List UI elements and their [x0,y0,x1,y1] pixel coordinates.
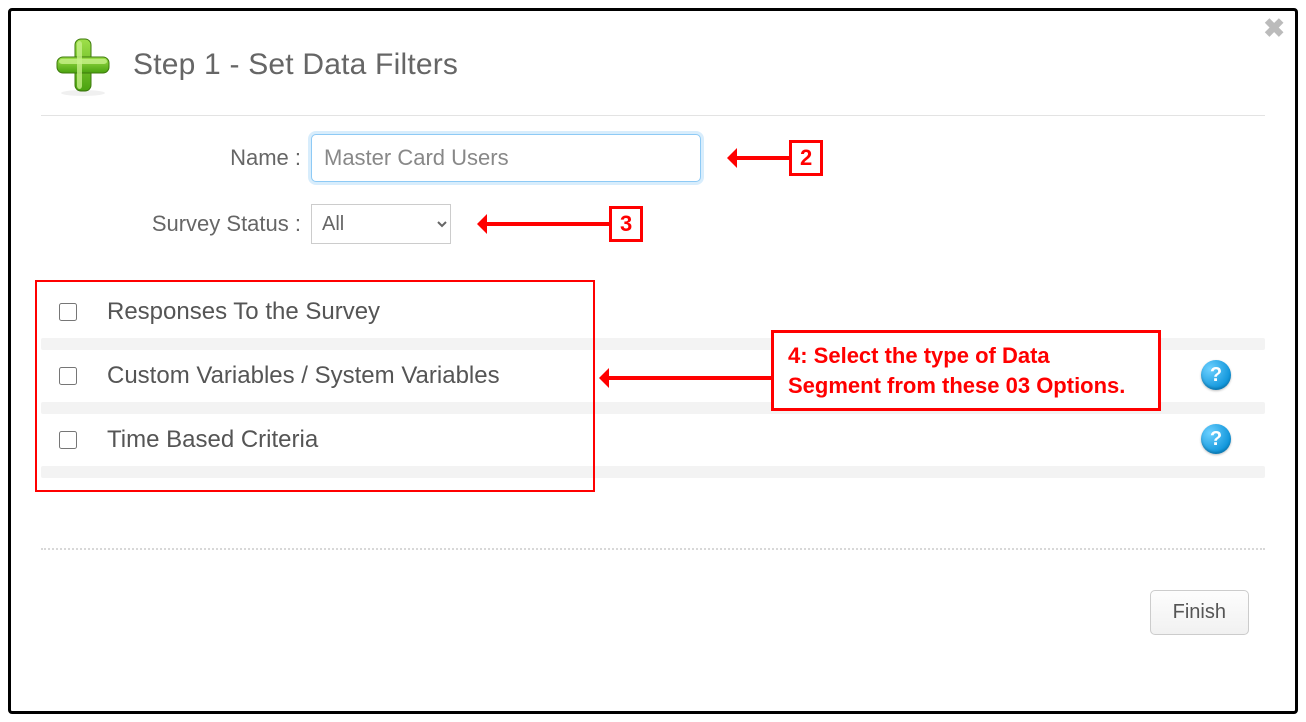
annotation-box-3: 3 [609,206,643,242]
help-icon[interactable]: ? [1201,360,1231,390]
annotation-label-3: 3 [620,211,632,237]
finish-button-label: Finish [1173,601,1226,623]
options-list: Responses To the Survey Custom Variables… [41,286,1265,478]
option-label: Custom Variables / System Variables [107,362,500,390]
annotation-box-2: 2 [789,140,823,176]
field-row-status: Survey Status : All 3 [41,204,1265,244]
finish-button[interactable]: Finish [1150,590,1249,635]
annotation-label-4: 4: Select the type of Data Segment from … [788,343,1125,398]
annotation-arrow-4 [601,376,771,380]
plus-icon [51,33,115,97]
help-icon[interactable]: ? [1201,424,1231,454]
dialog-header: Step 1 - Set Data Filters [11,11,1295,115]
annotation-arrow-2 [729,156,789,160]
checkbox-time-based[interactable] [59,431,77,449]
name-input[interactable] [311,134,701,182]
annotation-box-4: 4: Select the type of Data Segment from … [771,330,1161,411]
annotation-arrow-3 [479,222,609,226]
checkbox-responses[interactable] [59,303,77,321]
field-row-name: Name : 2 [41,134,1265,182]
option-label: Responses To the Survey [107,298,380,326]
close-icon[interactable]: ✖ [1263,15,1285,41]
row-separator [41,466,1265,478]
annotation-label-2: 2 [800,145,812,171]
form-area: Name : 2 Survey Status : All 3 [11,116,1295,276]
option-row-time-based: Time Based Criteria ? [41,414,1265,466]
page-title: Step 1 - Set Data Filters [133,48,458,82]
survey-status-select[interactable]: All [311,204,451,244]
status-label: Survey Status : [41,211,311,237]
dialog-frame: ✖ Step 1 - Set Data Filters [8,8,1298,714]
name-label: Name : [41,145,311,171]
checkbox-custom-vars[interactable] [59,367,77,385]
dialog-footer: Finish [11,550,1295,635]
option-label: Time Based Criteria [107,426,318,454]
